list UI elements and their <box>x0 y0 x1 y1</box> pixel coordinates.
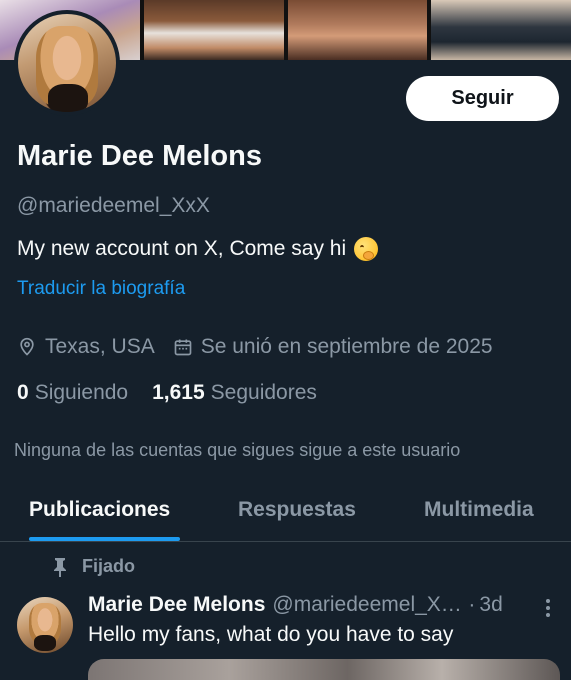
profile-bio: My new account on X, Come say hi <box>17 237 379 261</box>
banner-photo-3 <box>287 0 428 60</box>
more-dot <box>546 613 550 617</box>
profile-display-name: Marie Dee Melons <box>17 140 262 172</box>
followers-link[interactable]: 1,615 Seguidores <box>152 381 317 405</box>
joined-text: Se unió en septiembre de 2025 <box>200 335 493 358</box>
more-dot <box>546 599 550 603</box>
post-timestamp[interactable]: 3d <box>479 593 502 617</box>
pin-icon <box>54 557 66 577</box>
face-with-hand-over-mouth-emoji-icon <box>354 237 379 261</box>
pinned-label: Fijado <box>52 556 135 577</box>
banner-photo-2 <box>143 0 284 60</box>
location-text: Texas, USA <box>45 335 155 358</box>
follow-button[interactable]: Seguir <box>406 76 559 121</box>
location-item: Texas, USA <box>17 335 155 359</box>
following-label: Siguiendo <box>34 381 129 404</box>
more-vertical-icon[interactable] <box>540 596 556 620</box>
calendar-icon <box>174 339 192 356</box>
joined-item: Se unió en septiembre de 2025 <box>173 335 493 359</box>
no-mutual-followers-text: Ninguna de las cuentas que sigues sigue … <box>14 440 461 460</box>
profile-tabs: Publicaciones Respuestas Multimedia <box>0 482 571 542</box>
translate-bio-link[interactable]: Traducir la biografía <box>17 278 185 300</box>
profile-handle: @mariedeemel_XxX <box>17 194 210 217</box>
profile-avatar[interactable] <box>14 10 120 116</box>
post-header: Marie Dee Melons @mariedeemel_XxX · 3d <box>88 593 528 617</box>
post-separator: · <box>468 593 476 616</box>
bio-text: My new account on X, Come say hi <box>17 237 347 260</box>
active-tab-indicator <box>29 537 180 541</box>
followers-count: 1,615 <box>152 381 205 404</box>
post-author-name[interactable]: Marie Dee Melons <box>88 593 265 617</box>
followers-label: Seguidores <box>210 381 317 404</box>
map-pin-icon <box>20 337 34 356</box>
post-text: Hello my fans, what do you have to say <box>88 623 454 646</box>
tab-respuestas[interactable]: Respuestas <box>238 498 356 522</box>
tab-publicaciones[interactable]: Publicaciones <box>29 498 170 522</box>
pinned-text: Fijado <box>82 556 135 576</box>
following-link[interactable]: 0 Siguiendo <box>17 381 128 405</box>
following-count: 0 <box>17 381 29 404</box>
more-dot <box>546 606 550 610</box>
post-author-avatar[interactable] <box>17 597 73 653</box>
follow-stats: 0 Siguiendo 1,615 Seguidores <box>17 381 317 405</box>
banner-photo-4 <box>431 0 571 60</box>
post-author-handle[interactable]: @mariedeemel_XxX <box>272 593 462 617</box>
profile-meta: Texas, USA Se unió en septiembre de 2025 <box>17 335 493 359</box>
tab-multimedia[interactable]: Multimedia <box>424 498 534 522</box>
post-media-image[interactable] <box>88 659 560 680</box>
